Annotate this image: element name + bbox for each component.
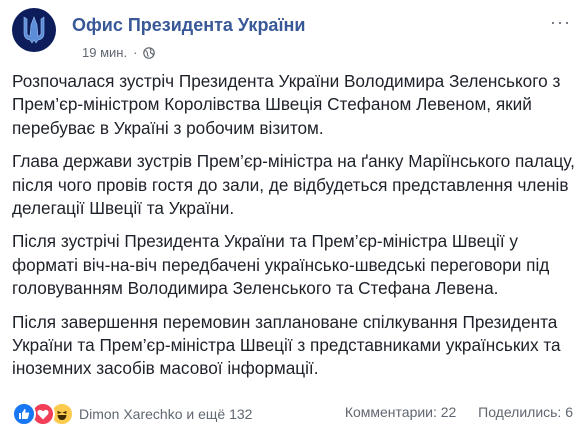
reactions-summary[interactable]: Dimon Xarechko и ещё 132	[12, 402, 252, 426]
like-icon	[12, 402, 36, 426]
post-meta: 19 мин. ·	[82, 45, 156, 60]
post-paragraph: Після завершення перемовин заплановане с…	[12, 311, 561, 379]
post-paragraph: Розпочалася зустріч Президента України В…	[12, 71, 561, 138]
post-body: Розпочалася зустріч Президента України В…	[12, 70, 575, 391]
post-paragraph: Після зустрічі Президента України та Пре…	[12, 231, 550, 299]
post-paragraph: Глава держави зустрів Прем’єр-міністра н…	[12, 151, 575, 219]
comments-count-link[interactable]: Комментарии: 22	[345, 404, 457, 420]
more-options-button[interactable]: ···	[550, 12, 571, 33]
post-footer: Dimon Xarechko и ещё 132 Комментарии: 22…	[12, 402, 575, 426]
facebook-post: Офис Президента України 19 мин. · ··· Ро…	[0, 0, 587, 432]
post-timestamp[interactable]: 19 мин.	[82, 45, 127, 60]
post-stats: Комментарии: 22 Поделились: 6	[345, 404, 573, 420]
shares-count-link[interactable]: Поделились: 6	[478, 404, 573, 420]
coat-of-arms-avatar[interactable]	[12, 8, 56, 52]
post-header: Офис Президента України 19 мин. · ···	[12, 8, 577, 60]
reactors-text[interactable]: Dimon Xarechko и ещё 132	[79, 406, 252, 422]
meta-separator: ·	[133, 45, 138, 60]
globe-icon[interactable]	[143, 46, 156, 59]
trident-icon	[23, 16, 45, 44]
page-name-link[interactable]: Офис Президента України	[72, 15, 305, 36]
